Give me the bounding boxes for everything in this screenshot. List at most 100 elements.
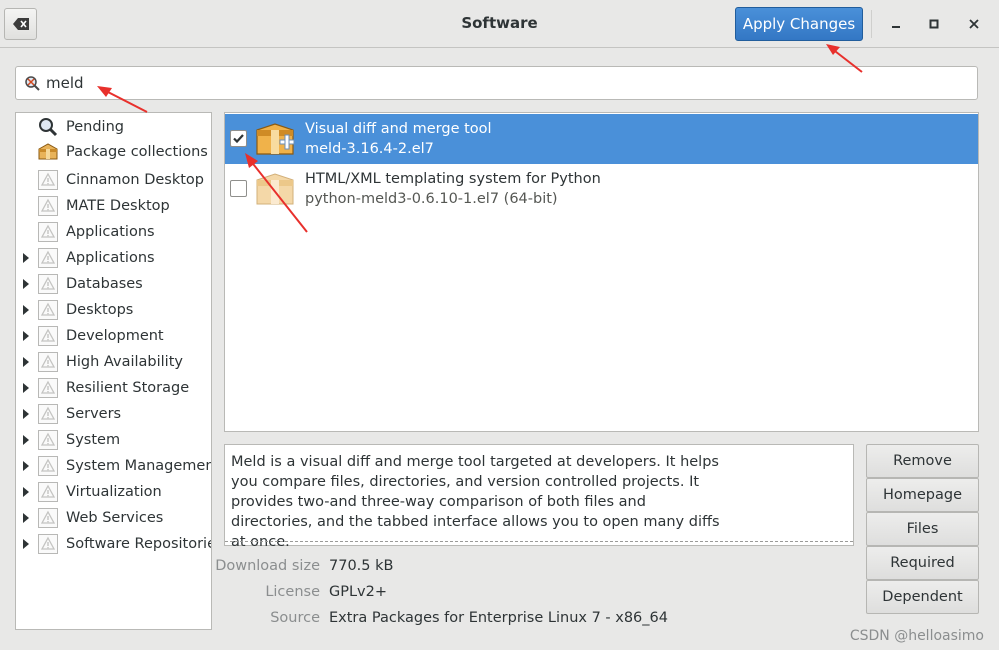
expander-arrow-icon[interactable]: [23, 539, 31, 549]
watermark: CSDN @helloasimo: [849, 628, 984, 644]
expander-arrow-icon[interactable]: [23, 331, 31, 341]
missing-image-icon: [37, 299, 59, 321]
sidebar-item-group[interactable]: Desktops: [16, 297, 211, 323]
missing-image-icon: [37, 221, 59, 243]
minimize-icon: [892, 26, 900, 28]
package-row-meld[interactable]: Visual diff and merge tool meld-3.16.4-2…: [225, 114, 978, 164]
package-list: Visual diff and merge tool meld-3.16.4-2…: [224, 112, 979, 432]
expander-arrow-icon[interactable]: [23, 383, 31, 393]
missing-image-icon: [37, 481, 59, 503]
sidebar-item-group[interactable]: Virtualization: [16, 479, 211, 505]
sidebar-item-group[interactable]: Applications: [16, 245, 211, 271]
detail-source: Source Extra Packages for Enterprise Lin…: [224, 610, 668, 632]
sidebar-item-label: Web Services: [66, 510, 164, 526]
search-icon: [39, 118, 58, 137]
missing-image-icon: [37, 507, 59, 529]
sidebar-item-pending[interactable]: Pending: [16, 114, 211, 140]
sidebar-item-group[interactable]: High Availability: [16, 349, 211, 375]
search-value: meld: [46, 74, 84, 92]
sidebar-item-label: Desktops: [66, 302, 134, 318]
package-checkbox-python-meld3[interactable]: [230, 180, 247, 197]
sidebar-item-label: Package collections: [66, 144, 208, 160]
detail-label: Download size: [215, 558, 320, 574]
apply-changes-button[interactable]: Apply Changes: [735, 7, 863, 41]
sidebar-item-label: Virtualization: [66, 484, 162, 500]
sidebar-item-group[interactable]: Resilient Storage: [16, 375, 211, 401]
files-button[interactable]: Files: [866, 512, 979, 546]
search-input[interactable]: meld: [15, 66, 978, 100]
expander-arrow-icon[interactable]: [23, 253, 31, 263]
checkmark-icon: [233, 134, 244, 144]
required-button[interactable]: Required: [866, 546, 979, 580]
sidebar-item-label: Cinnamon Desktop: [66, 172, 205, 188]
expander-arrow-icon[interactable]: [23, 487, 31, 497]
sidebar-item-label: Resilient Storage: [66, 380, 190, 396]
expander-arrow-icon[interactable]: [23, 513, 31, 523]
package-install-icon: [256, 123, 295, 155]
detail-download-size: Download size 770.5 kB: [215, 558, 393, 580]
sidebar-item-group[interactable]: Development: [16, 323, 211, 349]
search-clear-icon: [25, 76, 40, 91]
expander-arrow-icon[interactable]: [23, 461, 31, 471]
header-bar: Software Apply Changes: [0, 0, 999, 48]
dependent-button[interactable]: Dependent: [866, 580, 979, 614]
package-summary: HTML/XML templating system for Python: [305, 171, 601, 187]
sidebar-item-label: Applications: [66, 250, 155, 266]
maximize-icon: [929, 19, 939, 29]
detail-value: Extra Packages for Enterprise Linux 7 - …: [329, 610, 668, 626]
sidebar-item-package-collections[interactable]: Package collections: [16, 139, 211, 165]
sidebar-item-label: Applications: [66, 224, 155, 240]
sidebar-item-group[interactable]: Applications: [16, 219, 211, 245]
missing-image-icon: [37, 377, 59, 399]
package-summary: Visual diff and merge tool: [305, 121, 492, 137]
sidebar-item-group[interactable]: System: [16, 427, 211, 453]
close-button[interactable]: [963, 13, 985, 35]
package-name: python-meld3-0.6.10-1.el7 (64-bit): [305, 191, 558, 207]
maximize-button[interactable]: [923, 13, 945, 35]
header-separator: [871, 10, 872, 38]
sidebar-item-label: System: [66, 432, 121, 448]
missing-image-icon: [37, 351, 59, 373]
missing-image-icon: [37, 403, 59, 425]
package-icon: [38, 143, 58, 160]
package-checkbox-meld[interactable]: [230, 130, 247, 147]
sidebar-item-group[interactable]: System Management: [16, 453, 211, 479]
sidebar-item-group[interactable]: Databases: [16, 271, 211, 297]
sidebar-item-label: Servers: [66, 406, 122, 422]
detail-label: Source: [270, 610, 320, 626]
sidebar-item-group[interactable]: MATE Desktop: [16, 193, 211, 219]
expander-arrow-icon[interactable]: [23, 279, 31, 289]
expander-arrow-icon[interactable]: [23, 305, 31, 315]
sidebar-item-label: Pending: [66, 119, 124, 135]
detail-label: License: [265, 584, 320, 600]
homepage-button[interactable]: Homepage: [866, 478, 979, 512]
detail-license: License GPLv2+: [224, 584, 387, 606]
sidebar-item-group[interactable]: Servers: [16, 401, 211, 427]
description-text: Meld is a visual diff and merge tool tar…: [231, 454, 720, 550]
sidebar-item-group[interactable]: Software Repositories: [16, 531, 211, 557]
detail-value: GPLv2+: [329, 584, 388, 600]
sidebar-item-label: MATE Desktop: [66, 198, 170, 214]
sidebar-item-group[interactable]: Web Services: [16, 505, 211, 531]
sidebar-item-label: High Availability: [66, 354, 183, 370]
sidebar-item-group[interactable]: Cinnamon Desktop: [16, 167, 211, 193]
missing-image-icon: [37, 247, 59, 269]
missing-image-icon: [37, 169, 59, 191]
missing-image-icon: [37, 455, 59, 477]
remove-button[interactable]: Remove: [866, 444, 979, 478]
package-icon: [256, 173, 294, 205]
minimize-button[interactable]: [885, 13, 907, 35]
group-sidebar: Pending Package collections Cinnamon Des…: [15, 112, 212, 630]
expander-arrow-icon[interactable]: [23, 357, 31, 367]
missing-image-icon: [37, 429, 59, 451]
package-description: Meld is a visual diff and merge tool tar…: [224, 444, 854, 550]
expander-arrow-icon[interactable]: [23, 409, 31, 419]
sidebar-item-label: Software Repositories: [66, 536, 212, 552]
expander-arrow-icon[interactable]: [23, 435, 31, 445]
close-icon: [969, 19, 979, 29]
package-row-python-meld3[interactable]: HTML/XML templating system for Python py…: [225, 164, 978, 214]
missing-image-icon: [37, 325, 59, 347]
package-name: meld-3.16.4-2.el7: [305, 141, 434, 157]
detail-value: 770.5 kB: [329, 558, 394, 574]
sidebar-item-label: System Management: [66, 458, 212, 474]
